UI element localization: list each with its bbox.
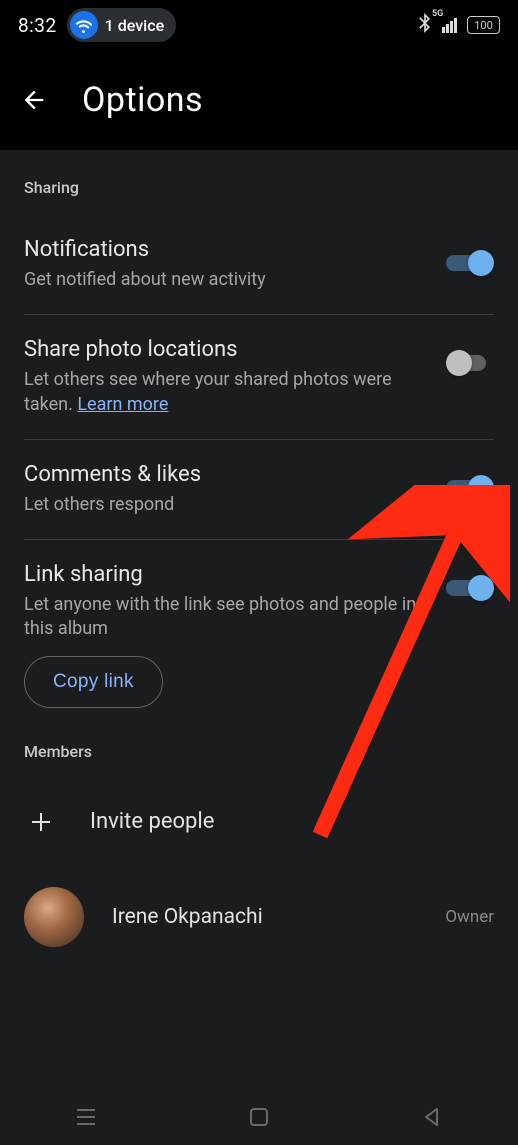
- wifi-icon: [70, 11, 98, 39]
- menu-icon: [75, 1108, 97, 1126]
- back-button[interactable]: [20, 84, 52, 116]
- setting-share-photo-locations[interactable]: Share photo locations Let others see whe…: [24, 315, 494, 440]
- system-nav-bar: [0, 1089, 518, 1145]
- device-count-label: 1 device: [105, 16, 165, 35]
- member-row[interactable]: Irene Okpanachi Owner: [24, 865, 494, 969]
- content: Sharing Notifications Get notified about…: [0, 150, 518, 1089]
- copy-link-button[interactable]: Copy link: [24, 656, 163, 708]
- notifications-toggle[interactable]: [446, 251, 494, 275]
- nav-recent-button[interactable]: [71, 1102, 101, 1132]
- status-time: 8:32: [18, 14, 57, 37]
- battery-icon: 100: [467, 16, 500, 34]
- square-icon: [249, 1107, 269, 1127]
- status-bar: 8:32 1 device 5G 100: [0, 0, 518, 50]
- page-title: Options: [82, 80, 203, 120]
- setting-subtitle: Let others see where your shared photos …: [24, 362, 426, 417]
- setting-subtitle: Let others respond: [24, 487, 426, 517]
- member-name: Irene Okpanachi: [112, 905, 417, 929]
- setting-title: Notifications: [24, 237, 426, 262]
- device-count-pill[interactable]: 1 device: [67, 8, 177, 42]
- setting-notifications[interactable]: Notifications Get notified about new act…: [24, 215, 494, 315]
- comments-likes-toggle[interactable]: [446, 476, 494, 500]
- setting-comments-likes[interactable]: Comments & likes Let others respond: [24, 440, 494, 540]
- setting-title: Comments & likes: [24, 462, 426, 487]
- share-photo-locations-toggle[interactable]: [446, 351, 494, 375]
- member-role: Owner: [445, 907, 494, 927]
- status-left: 8:32 1 device: [18, 8, 176, 42]
- nav-home-button[interactable]: [244, 1102, 274, 1132]
- signal-5g-icon: 5G: [442, 18, 457, 33]
- arrow-left-icon: [20, 86, 48, 114]
- link-sharing-toggle[interactable]: [446, 576, 494, 600]
- section-label-members: Members: [24, 732, 494, 779]
- invite-people-row[interactable]: Invite people: [24, 779, 494, 865]
- invite-people-label: Invite people: [90, 809, 214, 834]
- learn-more-link[interactable]: Learn more: [77, 394, 168, 415]
- plus-icon: [28, 809, 54, 835]
- setting-subtitle: Let anyone with the link see photos and …: [24, 587, 426, 642]
- setting-title: Share photo locations: [24, 337, 426, 362]
- battery-level-label: 100: [474, 19, 493, 32]
- status-right: 5G 100: [418, 13, 500, 37]
- triangle-left-icon: [422, 1107, 442, 1127]
- setting-title: Link sharing: [24, 562, 426, 587]
- app-header: Options: [0, 50, 518, 150]
- section-label-sharing: Sharing: [24, 150, 494, 215]
- setting-link-sharing[interactable]: Link sharing Let anyone with the link se…: [24, 540, 494, 732]
- bluetooth-icon: [418, 13, 432, 37]
- nav-back-button[interactable]: [417, 1102, 447, 1132]
- avatar: [24, 887, 84, 947]
- setting-subtitle: Get notified about new activity: [24, 262, 426, 292]
